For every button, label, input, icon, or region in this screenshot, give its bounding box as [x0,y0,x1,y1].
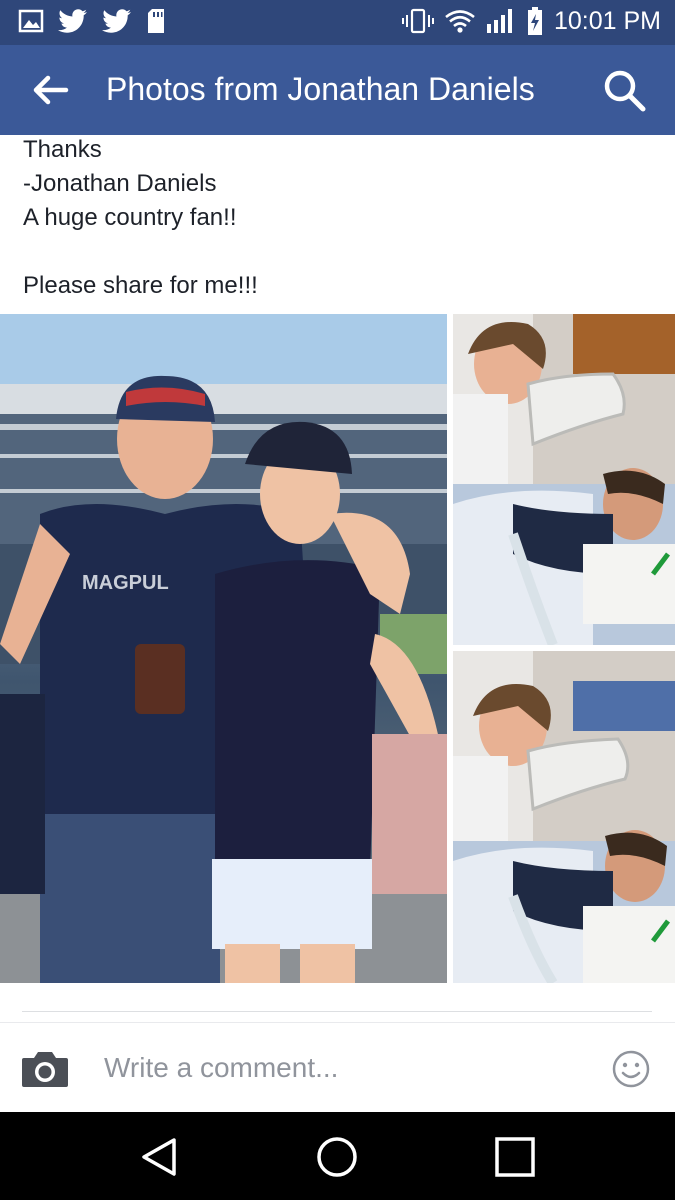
twitter-icon [58,9,87,33]
vibrate-icon [401,8,434,34]
photo-hospital-1-image [453,314,675,645]
photo-hospital-1[interactable] [453,314,675,645]
smiley-icon [612,1050,650,1088]
divider [22,1011,652,1012]
camera-icon [22,1052,68,1087]
post-text-line: Thanks [23,136,102,163]
app-bar: Photos from Jonathan Daniels [0,45,675,135]
nav-home-button[interactable] [314,1134,360,1180]
image-icon [18,9,44,33]
wifi-icon [445,10,475,33]
nav-home-icon [317,1137,357,1177]
camera-button[interactable] [20,1049,70,1089]
photo-stadium-couple-image: MAGPUL [0,314,447,983]
system-nav-bar [0,1112,675,1200]
post-body: Thanks -Jonathan Daniels A huge country … [23,133,653,303]
nav-back-button[interactable] [136,1134,182,1180]
back-button[interactable] [26,67,76,113]
status-system: 10:01 PM [401,6,661,36]
photo-hospital-2[interactable] [453,651,675,983]
status-bar: 10:01 PM [0,0,675,45]
page-title: Photos from Jonathan Daniels [106,71,535,107]
nav-back-icon [142,1138,176,1176]
search-button[interactable] [601,67,649,115]
arrow-left-icon [33,75,69,105]
post-text-line: -Jonathan Daniels [23,170,217,197]
comment-input[interactable] [104,1045,584,1091]
photo-hospital-2-image [453,651,675,983]
post-text-line: Please share for me!!! [23,272,258,299]
signal-icon [486,9,512,33]
twitter-icon [102,9,131,33]
sd-card-icon [148,9,164,33]
photo-stadium-couple[interactable]: MAGPUL [0,314,447,983]
comment-bar [0,1022,675,1112]
status-time: 10:01 PM [553,6,661,35]
search-icon [604,70,646,112]
nav-recent-button[interactable] [492,1134,538,1180]
svg-text:MAGPUL: MAGPUL [82,572,169,594]
post-text-line: A huge country fan!! [23,204,237,231]
status-notifications [18,8,166,34]
emoji-button[interactable] [611,1049,651,1089]
post-text-line [23,235,653,269]
battery-charging-icon [527,7,542,35]
nav-recent-icon [495,1137,535,1177]
